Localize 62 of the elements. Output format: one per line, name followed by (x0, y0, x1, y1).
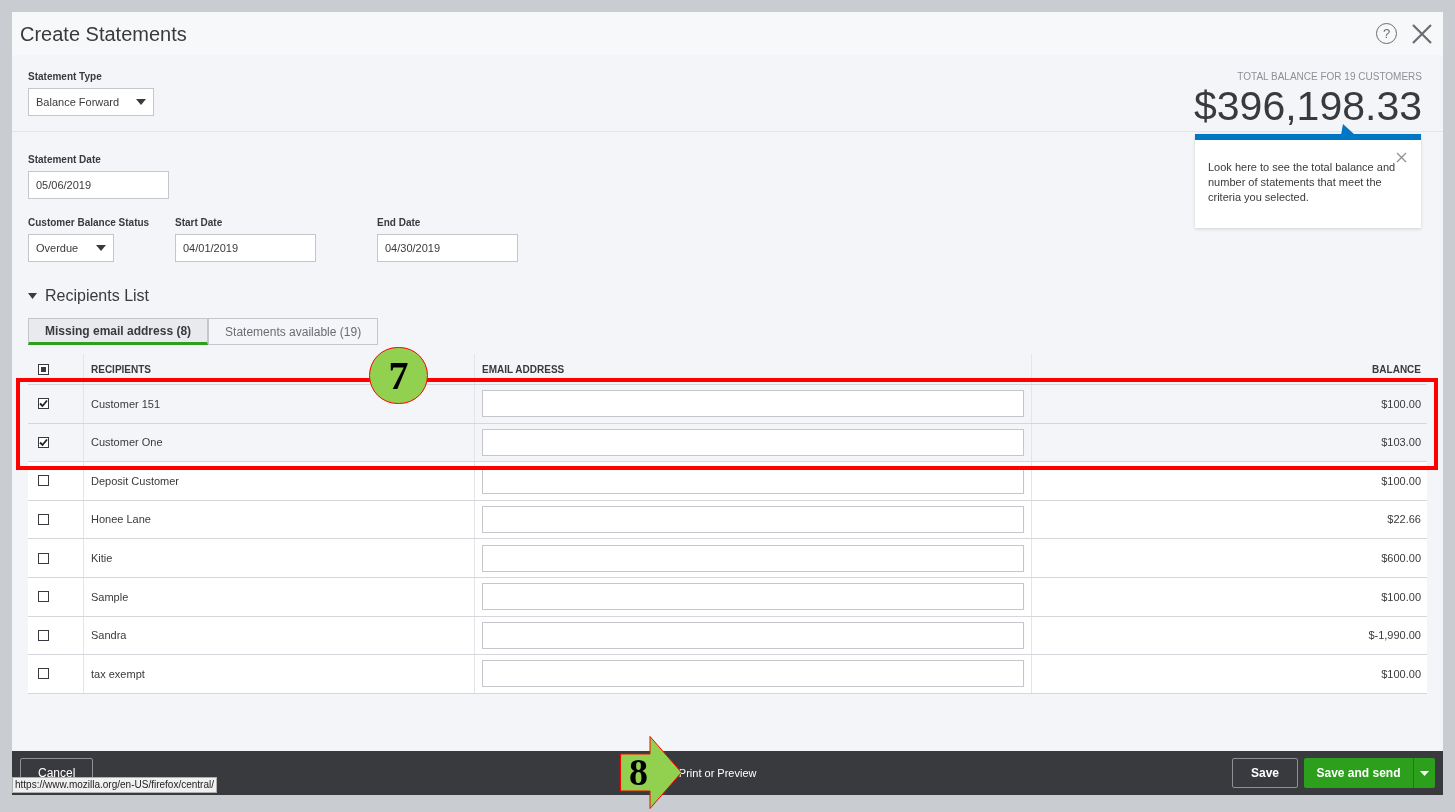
balance-cell-text: $100.00 (1381, 396, 1421, 412)
row-checkbox[interactable] (38, 668, 49, 680)
balance-cell-text: $103.00 (1381, 435, 1421, 451)
close-icon[interactable] (1411, 22, 1433, 45)
field-label: Statement Date (28, 153, 101, 167)
callout-number: 8 (629, 750, 648, 794)
row-checkbox[interactable] (38, 629, 49, 641)
row-checkbox[interactable] (38, 514, 49, 526)
balance-cell-text: $-1,990.00 (1368, 628, 1421, 644)
recipient-name: Honee Lane (91, 512, 151, 528)
balance-cell-text: $100.00 (1381, 473, 1421, 489)
close-icon[interactable] (1396, 152, 1407, 163)
dropdown[interactable]: Balance Forward (28, 88, 154, 116)
recipient-name: Customer 151 (91, 396, 161, 412)
balance-cell-text: $100.00 (1381, 666, 1421, 682)
recipient-name: tax exempt (91, 666, 145, 682)
total-label: TOTAL BALANCE FOR 19 CUSTOMERS (1237, 70, 1422, 84)
column-header: RECIPIENTS (91, 362, 151, 377)
recipient-name: Sample (91, 589, 129, 605)
window-title: Create Statements (20, 21, 187, 47)
date-field[interactable]: 05/06/2019 (28, 171, 169, 199)
save-button[interactable]: Save (1232, 758, 1298, 788)
recipient-name: Sandra (91, 628, 127, 644)
email-input[interactable] (482, 583, 1024, 611)
tab[interactable]: Missing email address (8) (28, 318, 209, 345)
email-input[interactable] (482, 544, 1024, 572)
field-label: End Date (377, 216, 421, 230)
row-checkbox[interactable] (38, 552, 49, 564)
tab[interactable]: Statements available (19) (208, 318, 379, 345)
email-input[interactable] (482, 428, 1024, 456)
column-header: EMAIL ADDRESS (482, 362, 565, 377)
dropdown[interactable]: Overdue (28, 234, 114, 262)
balance-cell-text: $100.00 (1381, 589, 1421, 605)
status-url-tooltip: https://www.mozilla.org/en-US/firefox/central/ (12, 777, 217, 793)
row-checkbox[interactable] (38, 475, 49, 487)
email-input[interactable] (482, 660, 1024, 688)
section-title[interactable]: Recipients List (45, 284, 150, 308)
email-input[interactable] (482, 506, 1024, 534)
recipient-name: Customer One (91, 435, 163, 451)
caret-icon (96, 245, 106, 251)
email-input[interactable] (482, 390, 1024, 418)
print-link[interactable]: Print or Preview (678, 764, 757, 782)
row-checkbox[interactable] (38, 591, 49, 603)
email-input[interactable] (482, 621, 1024, 649)
recipient-name: Kitie (91, 550, 113, 566)
balance-cell-text: $600.00 (1381, 550, 1421, 566)
field-label: Statement Type (28, 70, 102, 84)
field-label: Start Date (175, 216, 223, 230)
collapse-caret-icon[interactable] (28, 293, 37, 299)
date-field[interactable]: 04/01/2019 (175, 234, 316, 262)
total-amount: $396,198.33 (1194, 84, 1422, 128)
recipient-name: Deposit Customer (91, 473, 180, 489)
field-label: Customer Balance Status (28, 216, 150, 230)
balance-cell-text: $22.66 (1387, 512, 1421, 528)
select-all-checkbox[interactable] (38, 363, 49, 375)
column-header: BALANCE (1372, 362, 1421, 377)
tip-text: Look here to see the total balance and number of statements that meet the criteria you selected. (1208, 160, 1397, 205)
caret-icon (136, 99, 146, 105)
caret-icon[interactable] (1420, 770, 1429, 776)
date-field[interactable]: 04/30/2019 (377, 234, 518, 262)
row-checkbox[interactable] (38, 436, 49, 448)
row-checkbox[interactable] (38, 398, 49, 410)
